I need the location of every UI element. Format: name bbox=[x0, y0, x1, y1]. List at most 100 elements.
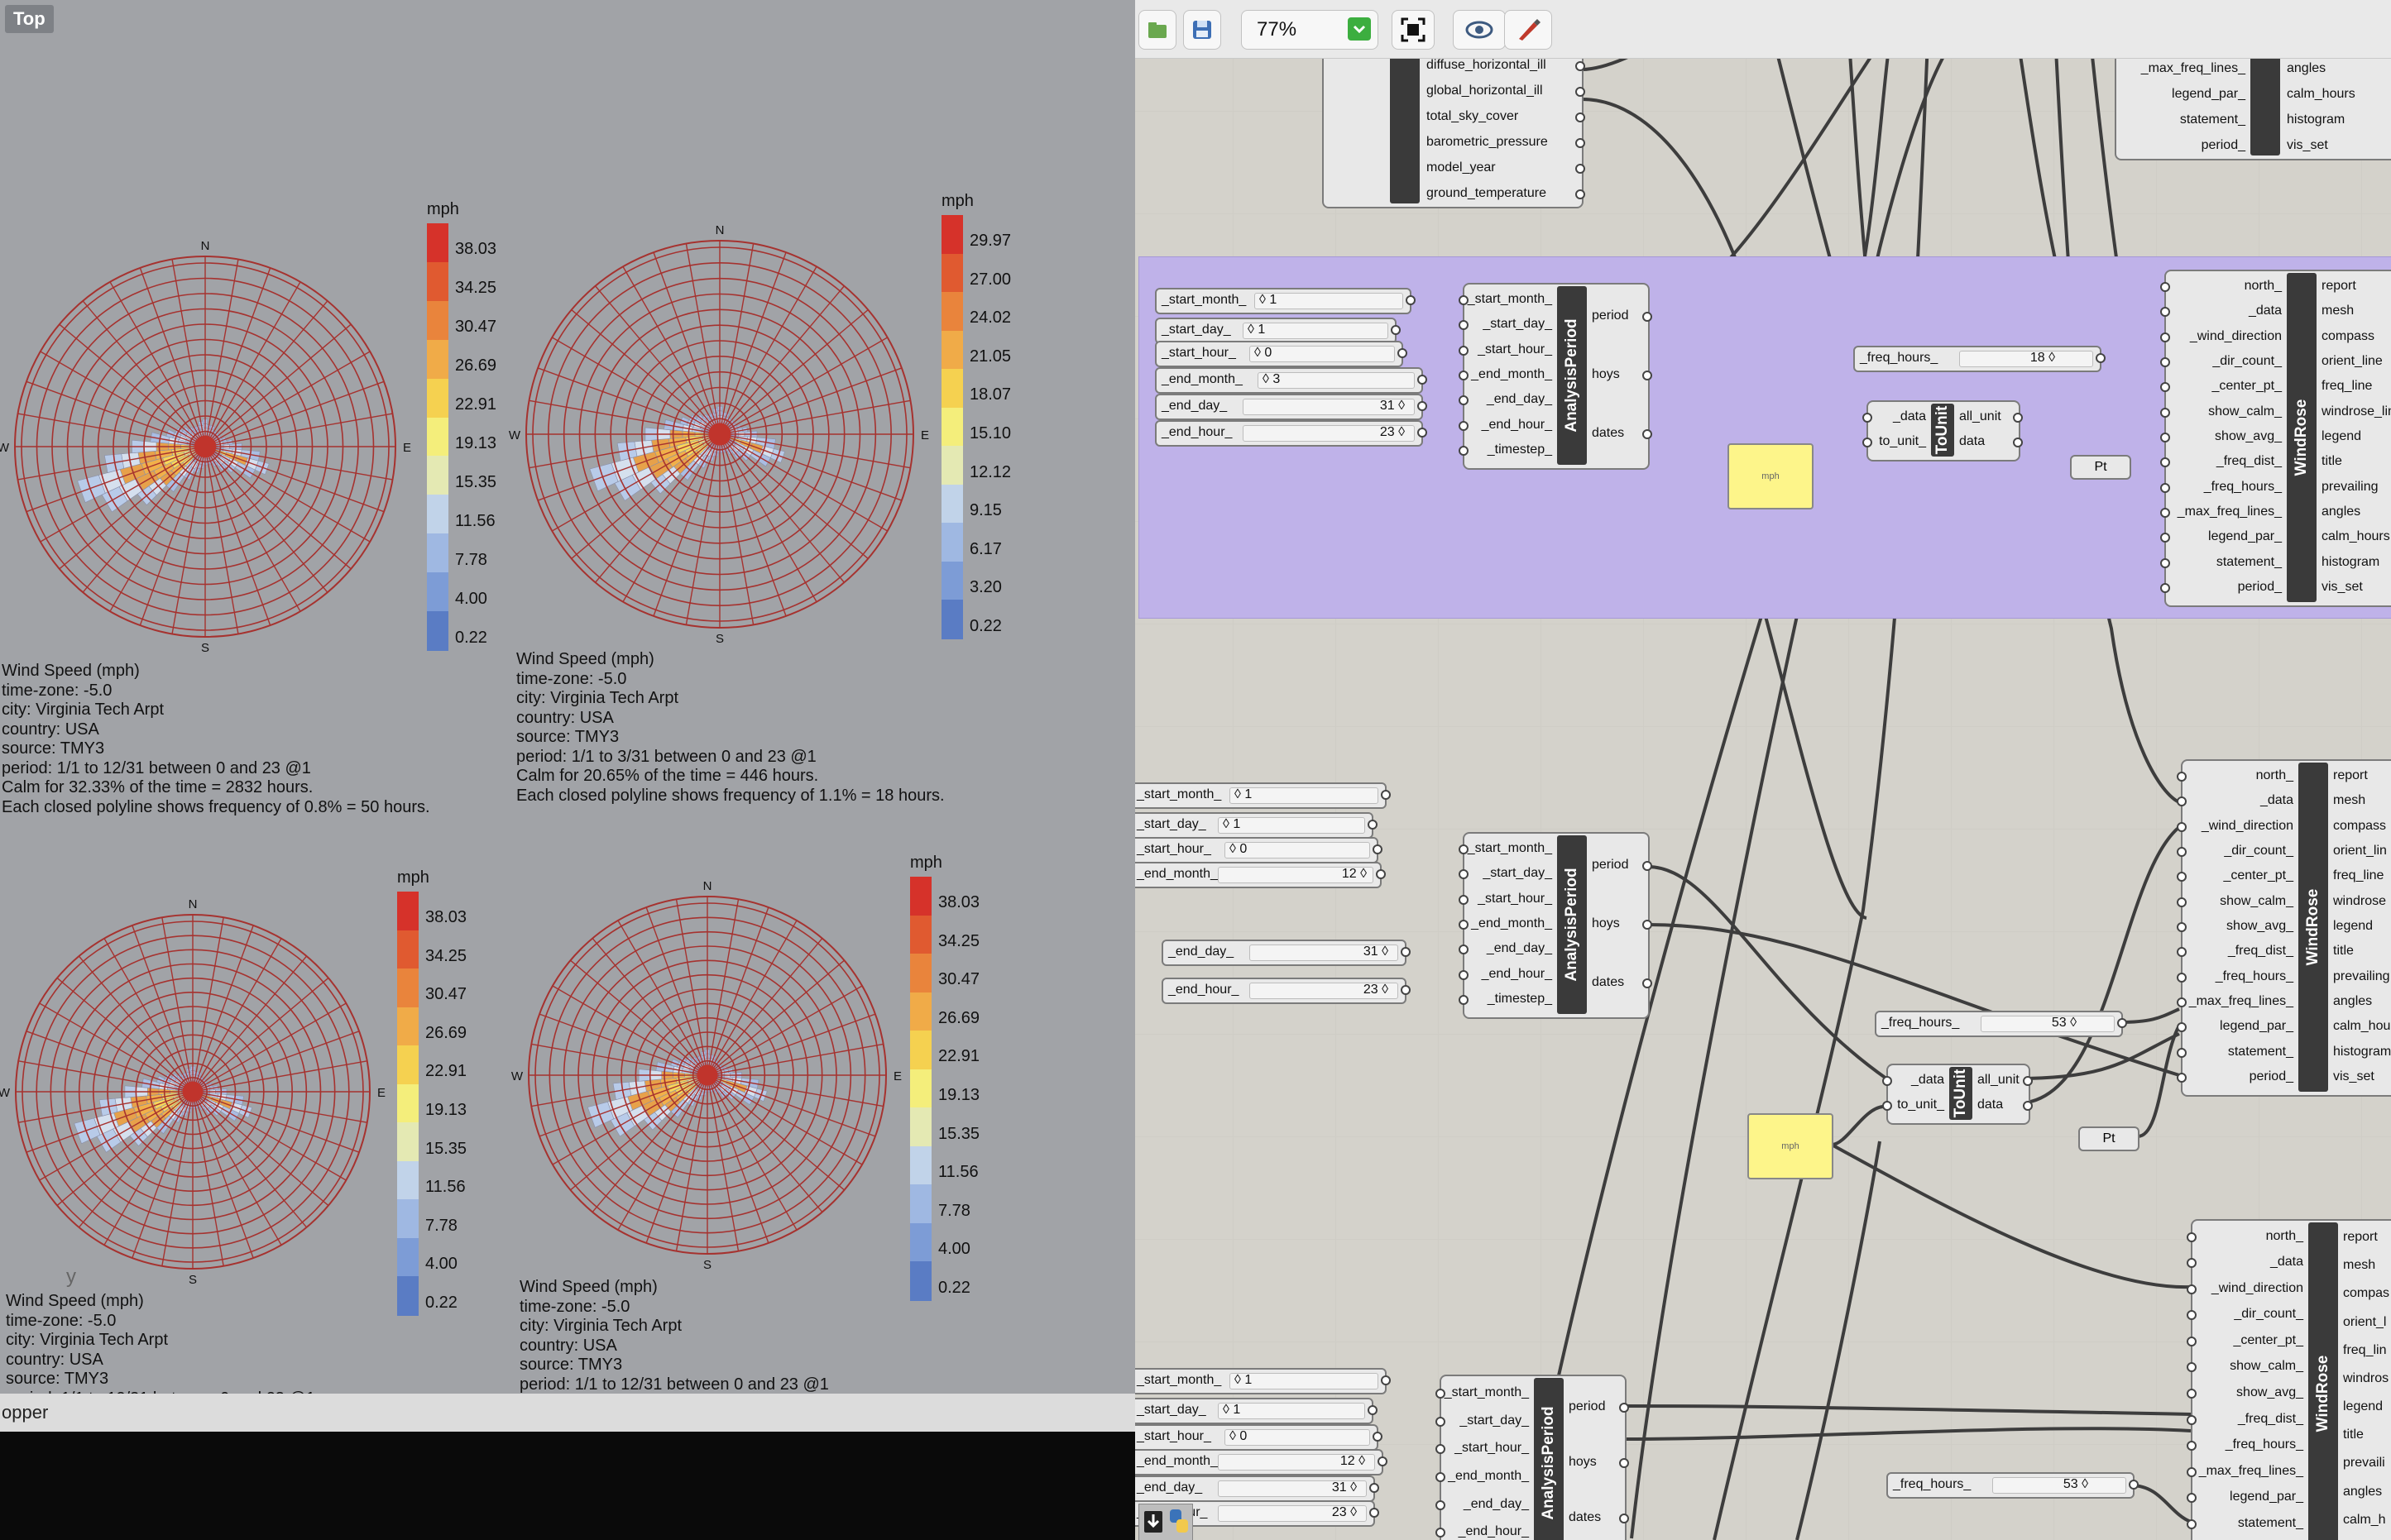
output-grip[interactable] bbox=[1368, 820, 1378, 830]
input-grip[interactable] bbox=[2160, 482, 2170, 493]
freq-hours-slider[interactable]: _freq_hours_ 53 ◊ bbox=[1886, 1472, 2139, 1499]
input-param[interactable]: _end_month_ bbox=[1471, 367, 1552, 382]
output-grip[interactable] bbox=[1391, 325, 1401, 335]
input-param[interactable]: show_avg_ bbox=[2236, 1385, 2303, 1400]
input-grip[interactable] bbox=[2160, 582, 2170, 593]
input-param[interactable]: statement_ bbox=[2228, 1045, 2293, 1059]
output-param[interactable]: period bbox=[1569, 1399, 1605, 1414]
output-grip[interactable] bbox=[1575, 112, 1585, 122]
output-grip[interactable] bbox=[1619, 1402, 1629, 1413]
input-grip[interactable] bbox=[1435, 1416, 1445, 1427]
input-param[interactable]: _start_hour_ bbox=[1478, 892, 1552, 906]
output-grip[interactable] bbox=[1417, 375, 1427, 385]
input-param[interactable]: _freq_dist_ bbox=[2238, 1412, 2303, 1427]
input-grip[interactable] bbox=[2187, 1258, 2197, 1269]
output-grip[interactable] bbox=[1575, 61, 1585, 71]
output-param[interactable]: calm_hou bbox=[2333, 1019, 2390, 1034]
windrose-component[interactable]: WindRose north_ _data _wind_direction _dir_c… bbox=[2177, 759, 2391, 1097]
output-param[interactable]: period bbox=[1592, 858, 1628, 873]
output-param[interactable]: ground_temperature bbox=[1426, 186, 1546, 201]
input-param[interactable]: _start_hour_ bbox=[1478, 342, 1552, 357]
input-grip[interactable] bbox=[1459, 920, 1469, 930]
output-param[interactable]: prevailing bbox=[2322, 480, 2378, 495]
input-param[interactable]: _end_hour_ bbox=[1482, 967, 1552, 982]
output-grip[interactable] bbox=[1575, 138, 1585, 148]
output-grip[interactable] bbox=[1397, 348, 1407, 358]
output-param[interactable]: model_year bbox=[1426, 160, 1496, 175]
freq-hours-slider[interactable]: _freq_hours_ 18 ◊ bbox=[1853, 346, 2106, 372]
number-slider[interactable]: _end_month_ 12 ◊ bbox=[1135, 862, 1386, 888]
output-grip[interactable] bbox=[1417, 428, 1427, 438]
output-param[interactable]: histogram bbox=[2333, 1045, 2391, 1059]
text-panel[interactable]: mph bbox=[1727, 443, 1814, 509]
output-param[interactable]: title bbox=[2333, 944, 2354, 959]
number-slider[interactable]: _start_month_ ◊ 1 bbox=[1155, 288, 1416, 314]
input-grip[interactable] bbox=[1435, 1471, 1445, 1482]
output-grip[interactable] bbox=[1401, 947, 1411, 957]
input-grip[interactable] bbox=[1459, 320, 1469, 331]
input-grip[interactable] bbox=[2177, 1047, 2187, 1058]
input-param[interactable]: period_ bbox=[2202, 138, 2245, 153]
output-param[interactable]: compas bbox=[2343, 1286, 2389, 1301]
preview-button[interactable] bbox=[1453, 10, 1506, 50]
number-slider[interactable]: _end_hour_ 23 ◊ bbox=[1155, 420, 1427, 447]
input-grip[interactable] bbox=[2160, 282, 2170, 293]
output-param[interactable]: angles bbox=[2343, 1485, 2382, 1499]
number-slider[interactable]: _end_day_ 31 ◊ bbox=[1155, 394, 1427, 420]
input-grip[interactable] bbox=[2177, 947, 2187, 958]
output-param[interactable]: dates bbox=[1592, 426, 1624, 441]
output-grip[interactable] bbox=[1406, 295, 1416, 305]
output-param[interactable]: barometric_pressure bbox=[1426, 135, 1548, 150]
input-grip[interactable] bbox=[2177, 847, 2187, 858]
input-param[interactable]: _end_day_ bbox=[1464, 1497, 1529, 1512]
output-grip[interactable] bbox=[1368, 1405, 1378, 1415]
input-grip[interactable] bbox=[1459, 445, 1469, 456]
input-param[interactable]: _wind_direction bbox=[2202, 819, 2293, 834]
output-param[interactable]: calm_h bbox=[2343, 1513, 2386, 1528]
input-grip[interactable] bbox=[1435, 1528, 1445, 1538]
output-param[interactable]: compass bbox=[2322, 329, 2374, 344]
input-param[interactable]: _data bbox=[2270, 1255, 2303, 1270]
input-param[interactable]: _freq_dist_ bbox=[2216, 454, 2282, 469]
output-grip[interactable] bbox=[1575, 189, 1585, 199]
input-param[interactable]: _data bbox=[2260, 793, 2293, 808]
zoom-extents-button[interactable] bbox=[1392, 10, 1435, 50]
output-param[interactable]: title bbox=[2343, 1428, 2364, 1442]
number-slider[interactable]: _start_day_ ◊ 1 bbox=[1135, 1398, 1378, 1424]
number-slider[interactable]: _end_month_ 12 ◊ bbox=[1135, 1449, 1387, 1475]
output-param[interactable]: calm_hours bbox=[2287, 87, 2355, 102]
input-grip[interactable] bbox=[2187, 1310, 2197, 1321]
input-param[interactable]: legend_par_ bbox=[2230, 1490, 2303, 1504]
input-grip[interactable] bbox=[1435, 1444, 1445, 1455]
number-slider[interactable]: _start_hour_ ◊ 0 bbox=[1155, 341, 1407, 367]
output-grip[interactable] bbox=[1373, 844, 1382, 854]
input-param[interactable]: north_ bbox=[2245, 279, 2282, 294]
input-grip[interactable] bbox=[2160, 457, 2170, 468]
output-param[interactable]: angles bbox=[2322, 505, 2360, 519]
input-param[interactable]: north_ bbox=[2266, 1229, 2303, 1244]
output-grip[interactable] bbox=[1376, 869, 1386, 879]
number-slider[interactable]: _end_hour_ 23 ◊ bbox=[1162, 978, 1411, 1004]
output-param[interactable]: histogram bbox=[2322, 555, 2379, 570]
analysisperiod-component[interactable]: AnalysisPeriod _start_month_ _start_day_ _s… bbox=[1459, 283, 1652, 470]
output-param[interactable]: hoys bbox=[1592, 916, 1620, 931]
output-grip[interactable] bbox=[1575, 164, 1585, 174]
output-param[interactable]: legend bbox=[2333, 919, 2373, 934]
input-grip[interactable] bbox=[2177, 897, 2187, 907]
output-grip[interactable] bbox=[1575, 87, 1585, 97]
input-grip[interactable] bbox=[2160, 533, 2170, 543]
input-param[interactable]: to_unit_ bbox=[1879, 434, 1926, 449]
zoom-select[interactable]: 77% bbox=[1241, 10, 1378, 50]
sketch-button[interactable] bbox=[1504, 10, 1552, 50]
output-param[interactable]: diffuse_horizontal_ill bbox=[1426, 58, 1546, 73]
input-grip[interactable] bbox=[2160, 557, 2170, 568]
input-param[interactable]: _timestep_ bbox=[1488, 442, 1552, 457]
input-param[interactable]: period_ bbox=[2250, 1069, 2293, 1084]
output-param[interactable]: orient_l bbox=[2343, 1315, 2386, 1330]
number-slider[interactable]: _end_day_ 31 ◊ bbox=[1135, 1475, 1379, 1502]
pt-parameter[interactable]: Pt bbox=[2070, 455, 2131, 480]
text-panel[interactable]: mph bbox=[1747, 1113, 1833, 1179]
input-grip[interactable] bbox=[1882, 1076, 1892, 1086]
input-param[interactable]: _max_freq_lines_ bbox=[2199, 1464, 2303, 1479]
viewport-label[interactable]: Top bbox=[5, 5, 54, 33]
